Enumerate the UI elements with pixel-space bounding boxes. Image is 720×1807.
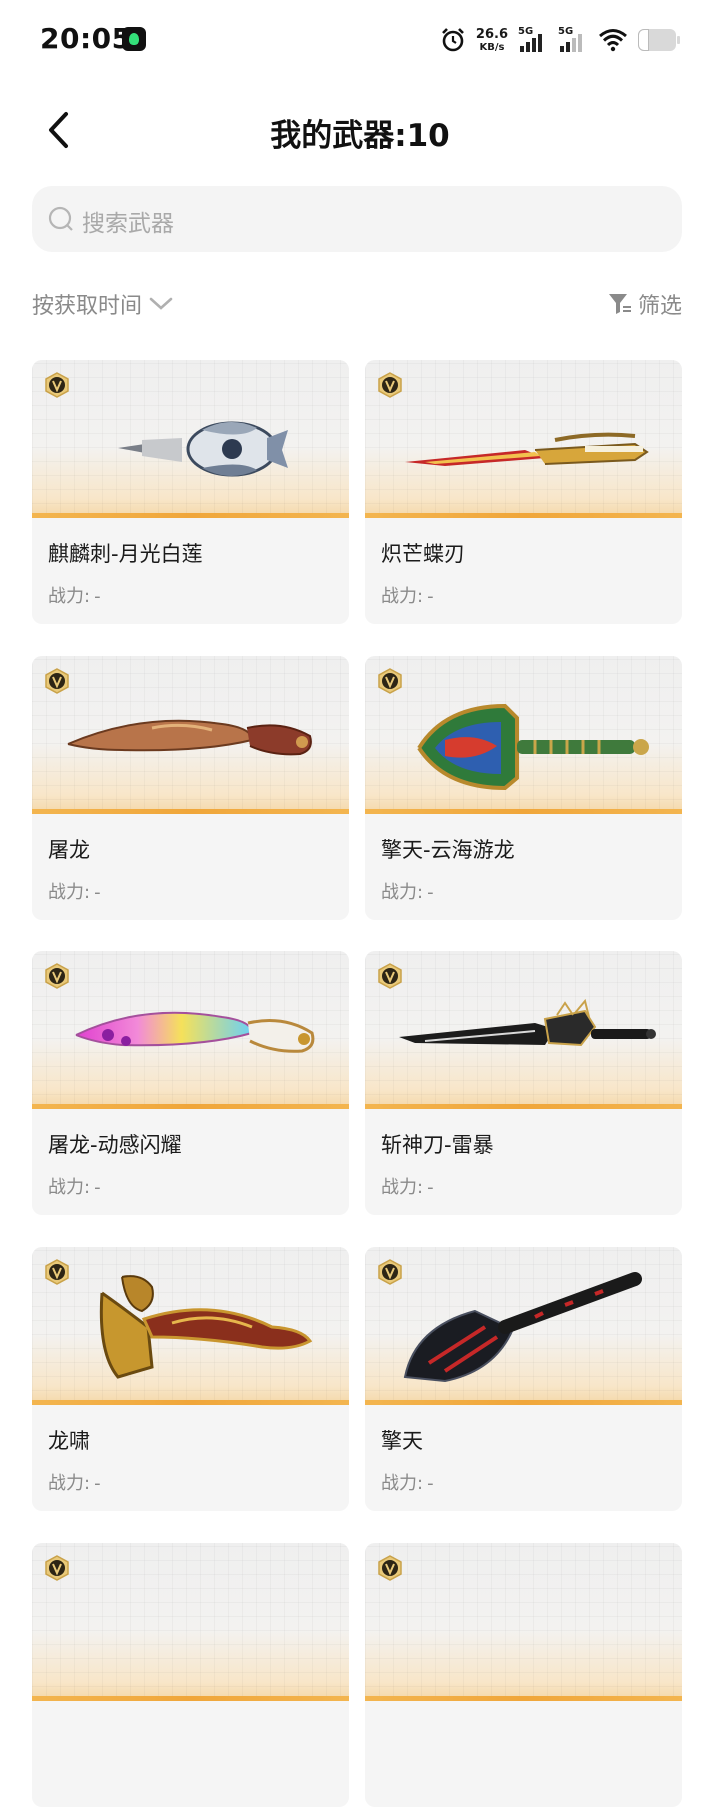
weapon-power: 战力: -	[381, 1173, 434, 1199]
weapon-image-area	[365, 1543, 682, 1701]
claw-blade-icon	[118, 421, 288, 477]
power-label: 战力:	[48, 1473, 91, 1494]
weapon-card[interactable]: 麒麟刺-月光白莲 战力: -	[32, 360, 349, 624]
weapon-card[interactable]: 擎天-云海游龙 战力: -	[365, 656, 682, 920]
kukri-blade-icon	[67, 719, 312, 756]
weapon-name: 龙啸	[48, 1429, 90, 1453]
weapon-power: 战力: -	[381, 582, 434, 608]
alarm-clock-icon	[442, 28, 464, 52]
network-speed: 26.6 KB/s	[476, 28, 508, 53]
signal-2-icon: 5G	[558, 26, 588, 54]
shovel-blade-icon	[417, 703, 649, 791]
speed-value: 26.6	[475, 26, 508, 42]
speed-unit: KB/s	[479, 41, 505, 53]
status-bar: 20:05 26.6 KB/s 5G 5G	[0, 0, 720, 80]
v-badge-icon	[45, 1555, 69, 1581]
weapon-card[interactable]	[32, 1543, 349, 1807]
weapon-card[interactable]: 斩神刀-雷暴 战力: -	[365, 951, 682, 1215]
power-value: -	[94, 1177, 101, 1198]
weapon-name: 斩神刀-雷暴	[381, 1133, 494, 1157]
power-label: 战力:	[381, 586, 424, 607]
weapon-card[interactable]: 炽芒蝶刃 战力: -	[365, 360, 682, 624]
power-label: 战力:	[381, 1473, 424, 1494]
long-saber-icon	[399, 998, 656, 1047]
page-title: 我的武器:10	[270, 118, 450, 154]
weapon-name: 麒麟刺-月光白莲	[48, 542, 203, 566]
weapon-power: 战力: -	[48, 582, 101, 608]
power-label: 战力:	[48, 586, 91, 607]
filter-label: 筛选	[637, 294, 682, 319]
weapon-name: 屠龙-动感闪耀	[48, 1133, 182, 1157]
weapon-image-area	[32, 1543, 349, 1701]
app-notification-icon	[122, 27, 146, 51]
weapon-card[interactable]: 屠龙-动感闪耀 战力: -	[32, 951, 349, 1215]
butterfly-blade-icon	[405, 432, 649, 466]
status-time: 20:05	[40, 22, 132, 55]
weapon-power: 战力: -	[48, 1469, 101, 1495]
power-value: -	[94, 1473, 101, 1494]
chevron-down-icon	[149, 297, 173, 310]
weapon-name: 屠龙	[48, 838, 90, 862]
kukri-blade-icon	[75, 1011, 315, 1053]
filter-button[interactable]: 筛选	[608, 288, 682, 320]
power-value: -	[427, 882, 434, 903]
power-value: -	[427, 1473, 434, 1494]
weapon-name: 炽芒蝶刃	[381, 542, 465, 566]
power-value: -	[94, 586, 101, 607]
search-icon	[48, 206, 73, 231]
weapon-card[interactable]: 龙啸 战力: -	[32, 1247, 349, 1511]
wifi-icon	[599, 29, 627, 52]
weapon-power: 战力: -	[381, 1469, 434, 1495]
sort-label: 按获取时间	[32, 294, 143, 319]
sort-dropdown[interactable]: 按获取时间	[32, 288, 174, 320]
weapon-card[interactable]: 擎天 战力: -	[365, 1247, 682, 1511]
v-badge-icon	[378, 1555, 402, 1581]
weapon-power: 战力: -	[381, 878, 434, 904]
filter-icon	[608, 294, 631, 314]
power-value: -	[427, 586, 434, 607]
weapon-card[interactable]: 屠龙 战力: -	[32, 656, 349, 920]
search-input[interactable]: 搜索武器	[32, 186, 682, 252]
header: 我的武器:10	[0, 96, 720, 166]
shovel-blade-icon	[403, 1272, 642, 1383]
search-placeholder: 搜索武器	[82, 211, 174, 237]
battery-icon	[638, 29, 680, 51]
power-value: -	[94, 882, 101, 903]
status-icons: 26.6 KB/s 5G 5G	[440, 24, 680, 56]
power-label: 战力:	[381, 882, 424, 903]
power-label: 战力:	[48, 882, 91, 903]
weapon-power: 战力: -	[48, 1173, 101, 1199]
weapon-card[interactable]	[365, 1543, 682, 1807]
power-value: -	[427, 1177, 434, 1198]
weapon-power: 战力: -	[48, 878, 101, 904]
weapon-name: 擎天	[381, 1429, 423, 1453]
signal-1-icon: 5G	[518, 26, 548, 54]
power-label: 战力:	[381, 1177, 424, 1198]
dragon-axe-icon	[99, 1275, 313, 1379]
power-label: 战力:	[48, 1177, 91, 1198]
weapon-name: 擎天-云海游龙	[381, 838, 515, 862]
